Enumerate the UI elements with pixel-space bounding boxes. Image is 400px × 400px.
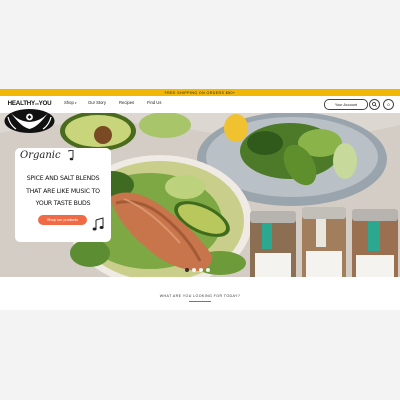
carousel-dot[interactable] — [206, 268, 210, 272]
search-button[interactable] — [369, 99, 380, 110]
cart-button[interactable]: 0 — [383, 99, 394, 110]
nav-shop[interactable]: Shop ▾ — [64, 100, 76, 105]
chevron-down-icon: ▾ — [74, 101, 77, 105]
nav-our-story[interactable]: Our Story — [88, 100, 106, 105]
carousel-dots — [185, 268, 210, 272]
account-button[interactable]: Your Account — [324, 99, 368, 110]
hero-heading: SPICE AND SALT BLENDS THAT ARE LIKE MUSI… — [26, 175, 100, 207]
announcement-text: FREE SHIPPING ON ORDERS $50+ — [164, 90, 236, 95]
search-icon — [372, 102, 377, 107]
music-note-icon — [67, 150, 74, 161]
bottom-blank-area — [0, 310, 400, 400]
double-music-note-icon — [92, 217, 104, 231]
hands-emblem-icon — [4, 109, 55, 133]
hero-script-text: Organic — [20, 150, 61, 161]
nav-find-us[interactable]: Find Us — [147, 100, 161, 105]
carousel-dot[interactable] — [199, 268, 203, 272]
nav-recipes[interactable]: Recipes — [119, 100, 134, 105]
search-prompt: WHAT ARE YOU LOOKING FOR TODAY? — [159, 294, 241, 298]
carousel-dot[interactable] — [192, 268, 196, 272]
top-blank-area — [0, 0, 400, 89]
brand-name: HEALTHYonYOU — [7, 100, 52, 107]
cart-count: 0 — [387, 102, 390, 107]
shop-products-button[interactable]: Shop our products — [38, 215, 87, 225]
search-underline[interactable] — [189, 301, 211, 302]
page: FREE SHIPPING ON ORDERS $50+ HEALTHYonYO… — [0, 0, 400, 400]
announcement-bar: FREE SHIPPING ON ORDERS $50+ — [0, 89, 400, 96]
carousel-dot[interactable] — [185, 268, 189, 272]
brand-logo[interactable]: HEALTHYonYOU — [1, 100, 58, 136]
